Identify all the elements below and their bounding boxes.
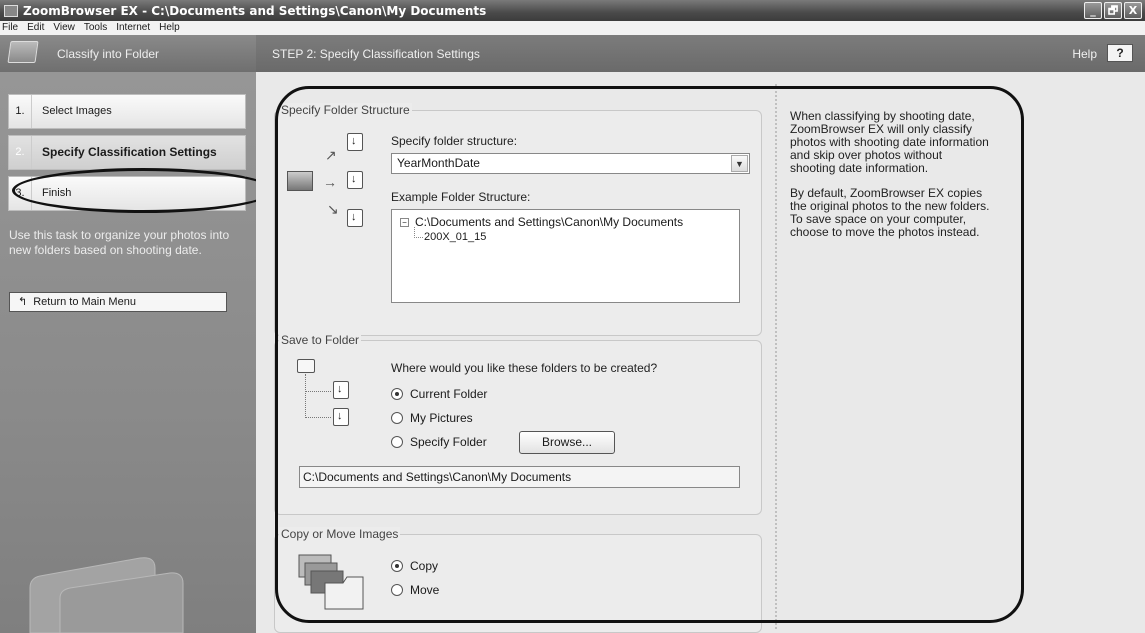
menu-file[interactable]: File: [2, 21, 18, 35]
menu-help[interactable]: Help: [159, 21, 180, 35]
step-title: STEP 2: Specify Classification Settings: [272, 47, 480, 61]
task-title-area: Classify into Folder: [0, 35, 256, 72]
finish-step-callout: [12, 168, 274, 213]
folder-icon: [7, 41, 39, 63]
step-select-images[interactable]: 1. Select Images: [8, 94, 246, 129]
minimize-button[interactable]: _: [1084, 2, 1102, 19]
return-label: Return to Main Menu: [33, 296, 136, 308]
restore-button[interactable]: 🗗: [1104, 2, 1122, 19]
app-icon[interactable]: [4, 4, 18, 17]
close-button[interactable]: X: [1124, 2, 1142, 19]
menu-view[interactable]: View: [53, 21, 75, 35]
decorative-folders-icon: [29, 557, 184, 633]
task-description: Use this task to organize your photos in…: [9, 228, 230, 257]
menu-internet[interactable]: Internet: [116, 21, 150, 35]
step-title-area: STEP 2: Specify Classification Settings …: [256, 35, 1145, 72]
return-arrow-icon: ↰: [18, 296, 28, 308]
left-panel: 1. Select Images 2. Specify Classificati…: [0, 72, 256, 633]
step-label: Specify Classification Settings: [42, 145, 217, 159]
step-specify-settings[interactable]: 2. Specify Classification Settings: [8, 135, 246, 170]
menu-edit[interactable]: Edit: [27, 21, 44, 35]
step-number: 1.: [9, 95, 32, 128]
return-to-main-menu-button[interactable]: ↰ Return to Main Menu: [9, 292, 227, 312]
menu-tools[interactable]: Tools: [84, 21, 107, 35]
settings-area-callout: [275, 86, 1024, 623]
title-bar: ZoomBrowser EX - C:\Documents and Settin…: [0, 0, 1145, 21]
step-number: 2.: [9, 136, 32, 169]
task-title: Classify into Folder: [57, 47, 160, 61]
window-controls: _ 🗗 X: [1084, 2, 1142, 19]
menu-bar: File Edit View Tools Internet Help: [0, 21, 1145, 35]
help-button[interactable]: ?: [1107, 44, 1133, 62]
window-title: ZoomBrowser EX - C:\Documents and Settin…: [23, 3, 487, 18]
step-label: Select Images: [42, 105, 112, 117]
help-label[interactable]: Help: [1072, 47, 1097, 61]
